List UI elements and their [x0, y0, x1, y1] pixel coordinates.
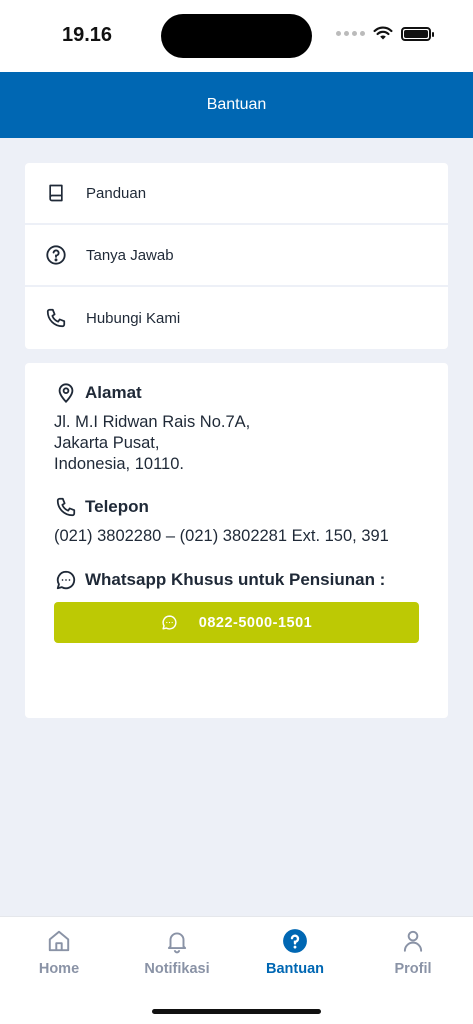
menu-item-label: Panduan: [86, 184, 147, 202]
status-indicators: [336, 26, 434, 41]
question-circle-icon: [45, 244, 67, 266]
help-menu: Panduan Tanya Jawab Hubungi Kami: [25, 163, 448, 349]
address-line: Indonesia, 10110.: [54, 455, 184, 473]
home-indicator: [152, 1009, 321, 1014]
whatsapp-button[interactable]: 0822-5000-1501: [54, 602, 419, 643]
phone-section-title: Telepon: [54, 495, 419, 519]
location-pin-icon: [54, 381, 78, 405]
address-line: Jakarta Pusat,: [54, 434, 160, 452]
bottom-navigation: Home Notifikasi Bantuan Profil: [0, 916, 473, 1024]
phone-icon: [54, 495, 78, 519]
help-icon: [236, 927, 354, 955]
nav-label: Profil: [394, 961, 432, 977]
menu-item-tanya-jawab[interactable]: Tanya Jawab: [25, 225, 448, 287]
page-title: Bantuan: [206, 96, 267, 113]
contact-card: Alamat Jl. M.I Ridwan Rais No.7A, Jakart…: [25, 363, 448, 718]
whatsapp-section-title: Whatsapp Khusus untuk Pensiunan :: [54, 568, 419, 592]
menu-item-hubungi-kami[interactable]: Hubungi Kami: [25, 287, 448, 349]
battery-icon: [401, 26, 434, 41]
nav-label: Bantuan: [266, 961, 324, 977]
nav-label: Notifikasi: [144, 961, 210, 977]
phone-numbers: (021) 3802280 – (021) 3802281 Ext. 150, …: [54, 527, 389, 545]
chat-bubble-icon: [54, 568, 78, 592]
home-icon: [0, 927, 118, 955]
status-bar: 19.16: [0, 0, 473, 72]
menu-item-label: Tanya Jawab: [86, 246, 174, 264]
nav-home[interactable]: Home: [0, 927, 118, 977]
menu-item-label: Hubungi Kami: [86, 309, 181, 327]
signal-icon: [336, 31, 365, 36]
address-title: Alamat: [85, 383, 142, 402]
status-time: 19.16: [62, 24, 113, 46]
address-section-title: Alamat: [54, 381, 419, 405]
address-text: Jl. M.I Ridwan Rais No.7A, Jakarta Pusat…: [54, 412, 419, 475]
phone-title: Telepon: [85, 497, 149, 516]
dynamic-island: [161, 14, 312, 58]
wifi-icon: [373, 26, 393, 40]
book-icon: [45, 182, 67, 204]
nav-label: Home: [38, 961, 80, 977]
whatsapp-number: 0822-5000-1501: [198, 614, 313, 631]
bell-icon: [118, 927, 236, 955]
chat-bubble-icon: [161, 614, 179, 632]
nav-profil[interactable]: Profil: [354, 927, 472, 977]
nav-notifikasi[interactable]: Notifikasi: [118, 927, 236, 977]
user-icon: [354, 927, 472, 955]
menu-item-panduan[interactable]: Panduan: [25, 163, 448, 225]
nav-bantuan[interactable]: Bantuan: [236, 927, 354, 977]
address-line: Jl. M.I Ridwan Rais No.7A,: [54, 413, 251, 431]
whatsapp-title: Whatsapp Khusus untuk Pensiunan :: [85, 570, 386, 589]
app-header: Bantuan: [0, 72, 473, 138]
phone-icon: [45, 307, 67, 329]
